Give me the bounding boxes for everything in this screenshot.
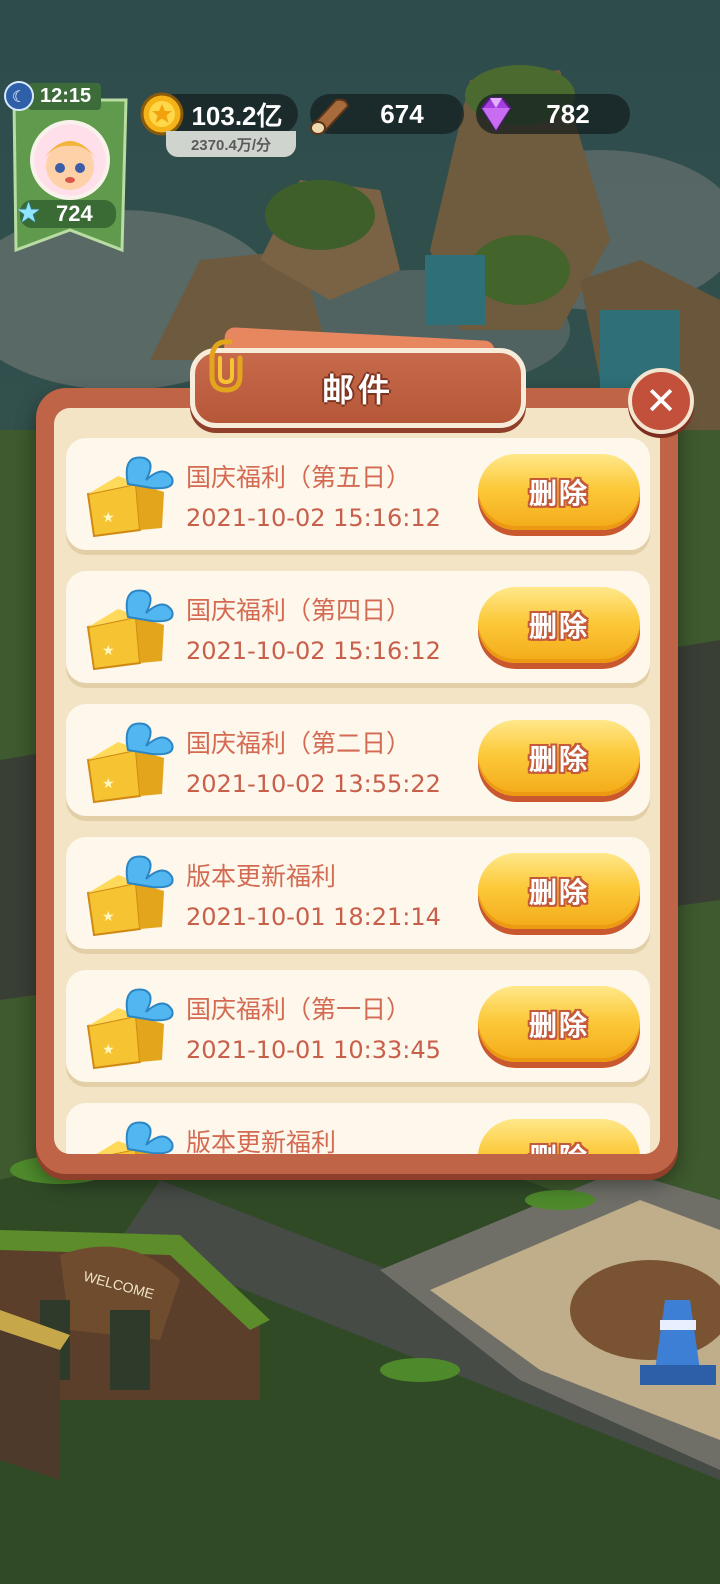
mail-item[interactable]: ★ 国庆福利（第一日） 2021-10-01 10:33:45 删除 [66,970,650,1082]
mail-list-panel[interactable]: ★ 国庆福利（第五日） 2021-10-02 15:16:12 删除 ★ 国庆福… [54,408,660,1154]
game-clock: ☾ 12:15 [4,81,132,111]
delete-button-label: 删除 [528,1010,589,1041]
svg-text:★: ★ [102,909,115,925]
svg-text:★: ★ [102,776,115,792]
delete-button-label: 删除 [528,478,589,509]
paperclip-icon [209,339,243,393]
gift-box-icon: ★ [86,722,174,804]
delete-button-label: 删除 [528,744,589,775]
mail-title: 国庆福利（第四日） [186,596,412,625]
clock-time: 12:15 [28,82,102,110]
mail-title: 国庆福利（第二日） [186,729,412,758]
mail-date: 2021-10-02 13:55:22 [186,770,441,798]
wood-icon [310,98,350,135]
delete-button[interactable]: 删除 [478,587,640,663]
star-icon: ★ [16,196,42,229]
moon-icon: ☾ [4,81,34,111]
gift-box-icon: ★ [86,988,174,1070]
gift-box-icon [96,1121,174,1154]
avatar-face [34,124,106,196]
mail-title: 版本更新福利 [186,1128,337,1154]
gift-box-icon: ★ [86,855,174,937]
close-button[interactable]: ✕ [628,368,694,434]
mail-title: 国庆福利（第五日） [186,463,412,492]
level-value: 724 [56,201,93,226]
delete-button[interactable]: 删除 [478,853,640,929]
gift-box-icon: ★ [86,456,174,538]
coin-rate: 2370.4万/分 [166,131,296,157]
coin-counter[interactable]: 103.2亿 [140,92,298,136]
player-level: ★ 724 [16,199,116,228]
gem-counter[interactable]: 782 [476,94,630,134]
mail-item[interactable]: ★ 国庆福利（第二日） 2021-10-02 13:55:22 删除 [66,704,650,816]
mail-title: 国庆福利（第一日） [186,995,412,1024]
mail-date: 2021-10-01 18:21:14 [186,903,441,931]
delete-button[interactable]: 删除 [478,986,640,1062]
mail-dialog: ★ 国庆福利（第五日） 2021-10-02 15:16:12 删除 ★ 国庆福… [36,388,678,1174]
wood-value: 674 [380,98,424,129]
wood-counter[interactable]: 674 [310,94,464,135]
delete-button[interactable]: 删除 [478,1119,640,1154]
svg-text:★: ★ [102,643,115,659]
gift-box-icon: ★ [86,589,174,671]
delete-button-label: 删除 [529,1137,589,1154]
mail-item[interactable]: ★ 国庆福利（第五日） 2021-10-02 15:16:12 删除 [66,438,650,550]
mail-date: 2021-10-02 15:16:12 [186,504,441,532]
mail-item[interactable]: ★ 版本更新福利 2021-10-01 18:21:14 删除 [66,837,650,949]
mail-item[interactable]: ★ 国庆福利（第四日） 2021-10-02 15:16:12 删除 [66,571,650,683]
mail-date: 2021-10-01 10:33:45 [186,1036,441,1064]
mail-date: 2021-10-02 15:16:12 [186,637,441,665]
player-avatar[interactable] [30,120,110,200]
gem-value: 782 [546,98,590,129]
svg-text:★: ★ [102,1042,115,1058]
mail-title: 版本更新福利 [186,862,337,891]
mail-item[interactable]: 版本更新福利 删除 [66,1103,650,1154]
close-icon: ✕ [645,379,677,423]
coin-value: 103.2亿 [191,100,283,131]
gem-icon [480,97,512,132]
delete-button-label: 删除 [528,611,589,642]
delete-button[interactable]: 删除 [478,720,640,796]
svg-text:★: ★ [102,510,115,526]
delete-button[interactable]: 删除 [478,454,640,530]
delete-button-label: 删除 [528,877,589,908]
